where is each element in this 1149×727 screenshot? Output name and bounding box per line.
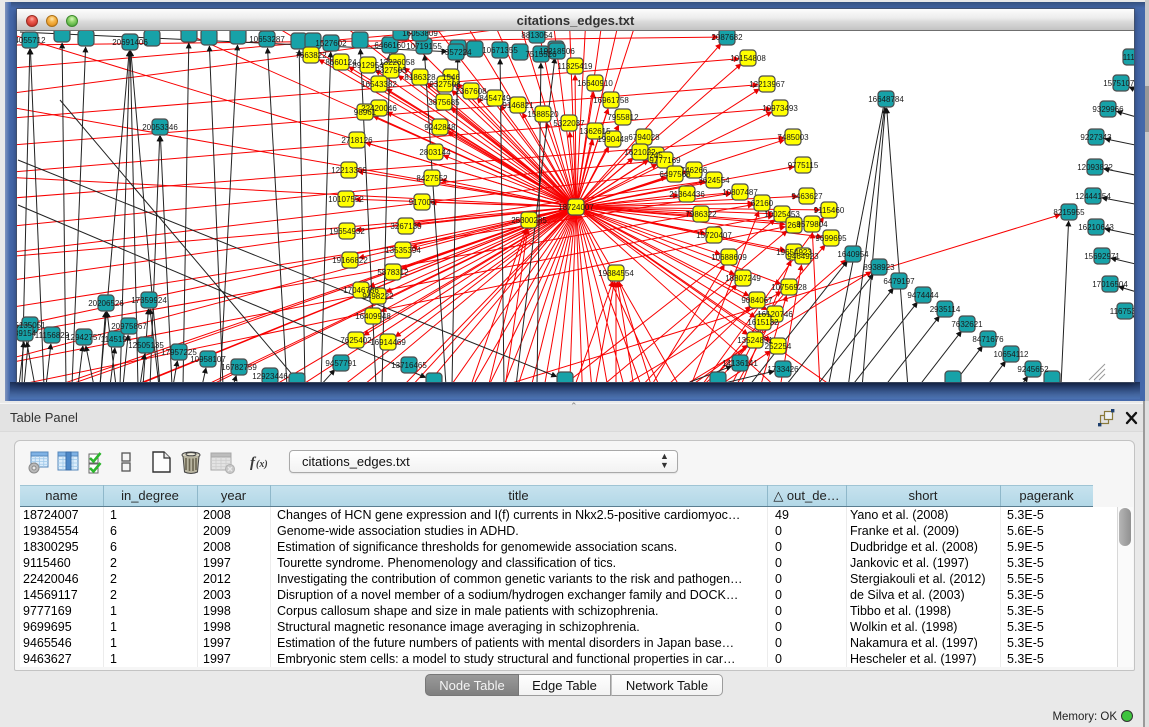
svg-text:(x): (x) [256, 459, 268, 470]
